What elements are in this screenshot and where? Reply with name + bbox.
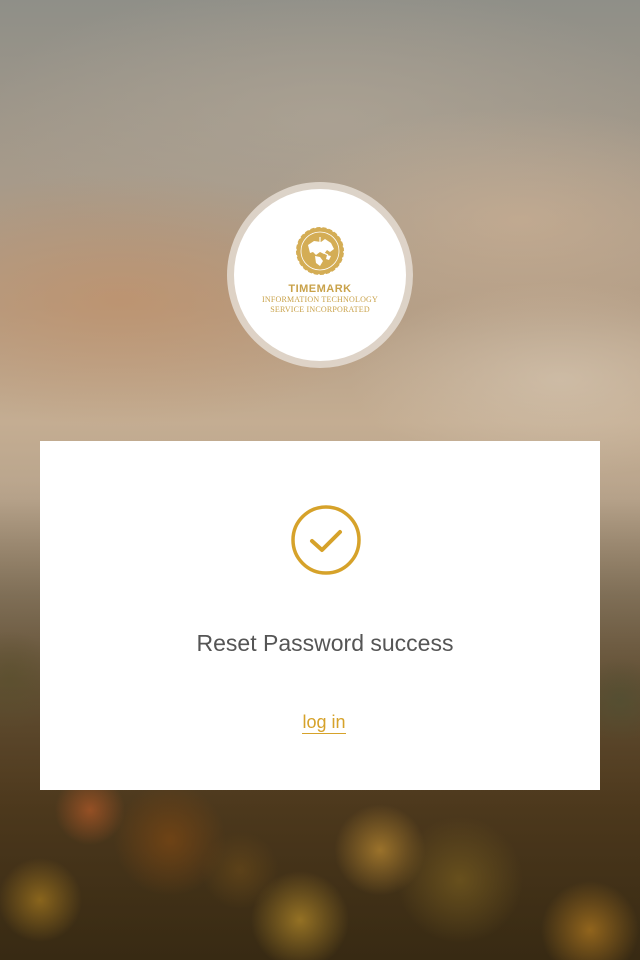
logo-disc: TIMEMARK INFORMATION TECHNOLOGY SERVICE … [234, 189, 406, 361]
logo-subtitle-line1: INFORMATION TECHNOLOGY [261, 295, 379, 304]
page: TIMEMARK INFORMATION TECHNOLOGY SERVICE … [0, 0, 640, 960]
globe-clock-icon [295, 226, 345, 276]
reset-success-card [40, 441, 600, 790]
logo-name: TIMEMARK [288, 283, 352, 295]
login-link[interactable]: log in [302, 712, 346, 734]
check-circle-icon [291, 505, 361, 575]
success-message: Reset Password success [196, 630, 454, 656]
logo-subtitle-line2: SERVICE INCORPORATED [270, 305, 370, 314]
logo: TIMEMARK INFORMATION TECHNOLOGY SERVICE … [227, 182, 413, 368]
login-link-container: log in [40, 712, 608, 734]
